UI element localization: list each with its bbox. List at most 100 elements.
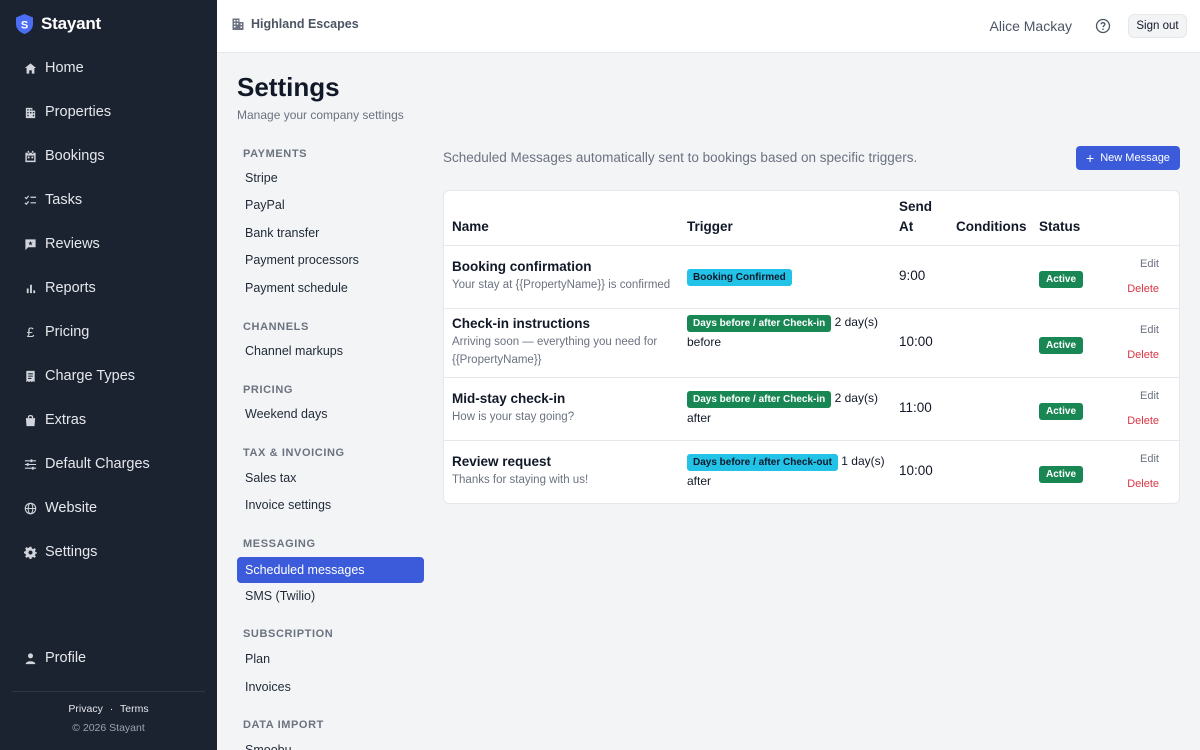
brand[interactable]: S Stayant: [16, 12, 101, 36]
edit-button[interactable]: Edit: [1140, 324, 1159, 336]
message-subject: Thanks for staying with us!: [452, 474, 589, 486]
settings-nav-stripe[interactable]: Stripe: [237, 165, 424, 191]
trigger-badge: Days before / after Check-out: [687, 454, 838, 471]
sidebar-item-reports[interactable]: Reports: [24, 277, 96, 299]
sidebar-item-charge-types[interactable]: Charge Types: [24, 365, 135, 387]
status-cell: Active: [1039, 401, 1084, 420]
sidebar-item-label: Website: [45, 500, 98, 516]
sidebar-item-label: Reports: [45, 280, 96, 296]
sidebar-item-settings[interactable]: Settings: [24, 541, 97, 563]
sidebar-item-properties[interactable]: Properties: [24, 101, 111, 123]
settings-group-title: CHANNELS: [243, 321, 309, 333]
settings-nav-invoices[interactable]: Invoices: [237, 674, 424, 700]
footer-links: Privacy · Terms: [0, 703, 217, 715]
status-badge: Active: [1039, 403, 1084, 420]
column-header-name: Name: [452, 219, 489, 234]
column-header-trigger: Trigger: [687, 219, 733, 234]
privacy-link[interactable]: Privacy: [68, 703, 102, 715]
settings-nav-paypal[interactable]: PayPal: [237, 192, 424, 218]
settings-nav-invoice-settings[interactable]: Invoice settings: [237, 492, 424, 518]
bar-chart-icon: [24, 282, 37, 295]
sidebar-item-website[interactable]: Website: [24, 497, 97, 519]
sidebar-item-label: Home: [45, 60, 84, 76]
trigger-badge: Days before / after Check-in: [687, 391, 832, 408]
sidebar-item-reviews[interactable]: Reviews: [24, 233, 100, 255]
sidebar-item-label: Profile: [45, 650, 87, 666]
send-at: 9:00: [899, 268, 926, 283]
column-header-send-at: Send At: [899, 197, 932, 237]
trigger-badge: Booking Confirmed: [687, 269, 792, 286]
settings-nav-weekend-days[interactable]: Weekend days: [237, 401, 424, 427]
settings-nav-channel-markups[interactable]: Channel markups: [237, 338, 424, 364]
status-cell: Active: [1039, 464, 1084, 483]
terms-link[interactable]: Terms: [120, 703, 149, 715]
message-name-cell: Mid-stay check-in How is your stay going…: [452, 390, 682, 426]
settings-nav-bank-transfer[interactable]: Bank transfer: [237, 220, 424, 246]
settings-nav-scheduled-messages[interactable]: Scheduled messages: [237, 557, 424, 583]
checklist-icon: [24, 194, 37, 207]
sidebar-item-tasks[interactable]: Tasks: [24, 189, 82, 211]
settings-nav-sales-tax[interactable]: Sales tax: [237, 465, 424, 491]
message-name: Review request: [452, 454, 552, 469]
sidebar-item-bookings[interactable]: Bookings: [24, 145, 105, 167]
sidebar-item-label: Properties: [45, 104, 112, 120]
settings-group-title: DATA IMPORT: [243, 719, 324, 731]
sidebar-divider: [12, 691, 205, 692]
help-icon[interactable]: [1095, 18, 1111, 34]
company-switcher[interactable]: Highland Escapes: [231, 17, 359, 31]
sidebar-item-label: Default Charges: [45, 456, 150, 472]
svg-text:S: S: [21, 20, 28, 32]
pound-icon: £: [26, 323, 35, 340]
trigger-cell: Days before / after Check-in 2 day(s) af…: [687, 388, 892, 428]
trigger-cell: Days before / after Check-out 1 day(s) a…: [687, 451, 892, 491]
delete-button[interactable]: Delete: [1127, 349, 1159, 361]
sidebar-item-default-charges[interactable]: Default Charges: [24, 453, 150, 475]
user-name[interactable]: Alice Mackay: [990, 18, 1072, 34]
footer-separator: ·: [109, 703, 114, 715]
sidebar-item-pricing[interactable]: £ Pricing: [24, 321, 90, 343]
sliders-icon: [24, 458, 37, 471]
scheduled-messages-description: Scheduled Messages automatically sent to…: [443, 150, 918, 165]
message-name: Check-in instructions: [452, 316, 591, 331]
new-message-button[interactable]: + New Message: [1076, 146, 1180, 170]
settings-group-title: SUBSCRIPTION: [243, 628, 334, 640]
company-name: Highland Escapes: [251, 17, 359, 31]
delete-button[interactable]: Delete: [1127, 478, 1159, 490]
delete-button[interactable]: Delete: [1127, 415, 1159, 427]
settings-group-title: TAX & INVOICING: [243, 447, 345, 459]
column-header-status: Status: [1039, 219, 1081, 234]
sidebar-item-label: Extras: [45, 412, 87, 428]
settings-nav-plan[interactable]: Plan: [237, 646, 424, 672]
edit-button[interactable]: Edit: [1140, 390, 1159, 402]
edit-button[interactable]: Edit: [1140, 258, 1159, 270]
status-badge: Active: [1039, 271, 1084, 288]
delete-button[interactable]: Delete: [1127, 283, 1159, 295]
sidebar-item-home[interactable]: Home: [24, 57, 84, 79]
copyright: © 2026 Stayant: [72, 722, 145, 734]
sidebar-item-profile[interactable]: Profile: [24, 647, 86, 669]
edit-button[interactable]: Edit: [1140, 453, 1159, 465]
table-row: Review request Thanks for staying with u…: [444, 441, 1179, 504]
page-title: Settings: [237, 72, 340, 102]
bag-icon: [24, 414, 37, 427]
scheduled-messages-table: Name Trigger Send At Conditions Status B…: [443, 190, 1180, 504]
message-subject: Arriving soon — everything you need for …: [452, 336, 658, 366]
send-at: 11:00: [899, 400, 932, 415]
sign-out-button[interactable]: Sign out: [1128, 14, 1187, 38]
message-name-cell: Review request Thanks for staying with u…: [452, 453, 682, 489]
home-icon: [24, 62, 37, 75]
settings-nav-smoobu[interactable]: Smoobu: [237, 737, 424, 750]
status-cell: Active: [1039, 335, 1084, 354]
sidebar-item-label: Tasks: [45, 192, 83, 208]
trigger-cell: Days before / after Check-in 2 day(s) be…: [687, 312, 892, 352]
building-icon: [24, 106, 37, 119]
page-subtitle: Manage your company settings: [237, 108, 404, 122]
settings-nav-payment-schedule[interactable]: Payment schedule: [237, 275, 424, 301]
message-subject: Your stay at {{PropertyName}} is confirm…: [452, 279, 671, 291]
trigger-badge: Days before / after Check-in: [687, 315, 832, 332]
settings-nav-sms-twilio[interactable]: SMS (Twilio): [237, 583, 424, 609]
settings-group-title: MESSAGING: [243, 538, 316, 550]
status-cell: Active: [1039, 269, 1084, 288]
settings-nav-payment-processors[interactable]: Payment processors: [237, 247, 424, 273]
sidebar-item-extras[interactable]: Extras: [24, 409, 86, 431]
